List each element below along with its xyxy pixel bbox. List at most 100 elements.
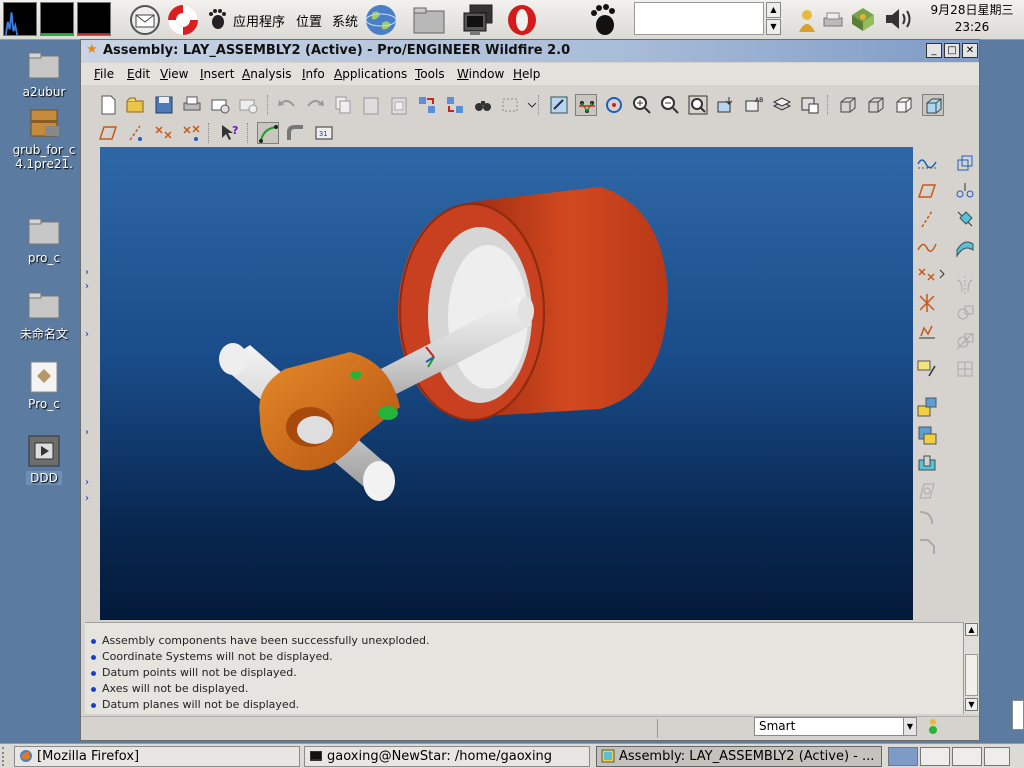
graphics-viewport[interactable] bbox=[100, 147, 913, 620]
wireframe-icon[interactable] bbox=[837, 94, 859, 116]
cpu-monitor-icon[interactable] bbox=[3, 2, 37, 36]
revolve-tool-icon[interactable] bbox=[954, 208, 976, 230]
file-manager-folder-icon[interactable] bbox=[412, 3, 446, 37]
paste-special-icon[interactable] bbox=[388, 94, 410, 116]
task-firefox[interactable]: [Mozilla Firefox] bbox=[14, 746, 300, 767]
hidden-line-icon[interactable] bbox=[865, 94, 887, 116]
expand-arrow-icon[interactable]: › bbox=[85, 427, 89, 438]
datum-axis-tool-icon[interactable] bbox=[916, 208, 938, 230]
datum-feature-icon[interactable] bbox=[954, 152, 976, 174]
assemble-component-icon[interactable] bbox=[916, 396, 938, 418]
desktop-icon-a2ubur[interactable]: a2ubur bbox=[8, 48, 80, 99]
refit-icon[interactable] bbox=[687, 94, 709, 116]
no-hidden-icon[interactable] bbox=[893, 94, 915, 116]
zoom-in-icon[interactable] bbox=[631, 94, 653, 116]
layers-icon[interactable] bbox=[771, 94, 793, 116]
network-monitor-icon[interactable] bbox=[77, 2, 111, 36]
saved-views-icon[interactable]: AB bbox=[743, 94, 765, 116]
find-binoculars-icon[interactable] bbox=[472, 94, 494, 116]
user-switch-icon[interactable] bbox=[796, 8, 818, 32]
annotation-feature-icon[interactable] bbox=[916, 358, 938, 380]
desktop-icon-ddd[interactable]: DDD bbox=[8, 434, 80, 485]
chevron-down-icon[interactable]: ▼ bbox=[903, 717, 917, 736]
menu-applications[interactable]: Applications bbox=[334, 67, 407, 81]
print-icon[interactable] bbox=[181, 94, 203, 116]
minimize-button[interactable]: _ bbox=[926, 43, 942, 58]
chamfer-feature-icon[interactable] bbox=[916, 536, 938, 558]
menu-places[interactable]: 位置 bbox=[296, 11, 322, 30]
close-button[interactable]: ✕ bbox=[962, 43, 978, 58]
message-scrollbar[interactable]: ▲ ▼ bbox=[963, 622, 979, 714]
spin-center-icon[interactable] bbox=[575, 94, 597, 116]
red-cylinder-part[interactable] bbox=[398, 187, 668, 421]
datum-point-tool-icon[interactable] bbox=[916, 264, 938, 286]
csys-display-icon[interactable] bbox=[181, 122, 203, 144]
package-updates-icon[interactable] bbox=[850, 6, 876, 32]
notification-applet[interactable] bbox=[1012, 700, 1024, 730]
copy-icon[interactable] bbox=[332, 94, 354, 116]
expand-arrow-icon[interactable]: › bbox=[85, 267, 89, 278]
orient-mode-icon[interactable] bbox=[603, 94, 625, 116]
orange-link-part[interactable] bbox=[259, 352, 400, 471]
opera-browser-icon[interactable] bbox=[505, 3, 539, 37]
shading-icon[interactable] bbox=[922, 94, 944, 116]
zoom-out-icon[interactable] bbox=[659, 94, 681, 116]
model-tree-collapse-strip[interactable]: › › › › › › bbox=[85, 147, 95, 620]
mirror-tool-icon[interactable] bbox=[954, 274, 976, 296]
menu-info[interactable]: Info bbox=[302, 67, 325, 81]
open-folder-icon[interactable] bbox=[125, 94, 147, 116]
select-box-icon[interactable] bbox=[500, 94, 522, 116]
paste-icon[interactable] bbox=[360, 94, 382, 116]
menu-file[interactable]: File bbox=[94, 67, 114, 81]
csys-tool-icon[interactable] bbox=[916, 292, 938, 314]
new-file-icon[interactable] bbox=[97, 94, 119, 116]
menu-view[interactable]: View bbox=[160, 67, 188, 81]
sketch-datum-curve-icon[interactable] bbox=[916, 152, 938, 174]
flyout-arrow-icon[interactable] bbox=[938, 268, 946, 279]
regenerate-icon[interactable] bbox=[416, 94, 438, 116]
assembly-model[interactable] bbox=[100, 147, 913, 620]
volume-icon[interactable] bbox=[884, 7, 914, 31]
menu-insert[interactable]: Insert bbox=[200, 67, 234, 81]
help-lifebuoy-icon[interactable] bbox=[166, 3, 200, 37]
menu-edit[interactable]: Edit bbox=[127, 67, 150, 81]
pipe-route-icon[interactable] bbox=[285, 122, 307, 144]
menu-window[interactable]: Window bbox=[457, 67, 504, 81]
workspace-4[interactable] bbox=[984, 747, 1010, 766]
maximize-button[interactable]: □ bbox=[944, 43, 960, 58]
sweep-tool-icon[interactable] bbox=[954, 236, 976, 258]
menu-help[interactable]: Help bbox=[513, 67, 540, 81]
spin-up-button[interactable]: ▲ bbox=[766, 2, 781, 18]
param-table-icon[interactable]: 31 bbox=[313, 122, 335, 144]
task-terminal[interactable]: gaoxing@NewStar: /home/gaoxing bbox=[304, 746, 590, 767]
datum-curve-tool-icon[interactable] bbox=[916, 236, 938, 258]
expand-arrow-icon[interactable]: › bbox=[85, 329, 89, 340]
round-feature-icon[interactable] bbox=[916, 508, 938, 530]
terminal-monitor-icon[interactable] bbox=[462, 3, 496, 37]
mail-clock-icon[interactable] bbox=[128, 3, 162, 37]
repaint-icon[interactable] bbox=[548, 94, 570, 116]
cut-feature-icon[interactable] bbox=[916, 452, 938, 474]
expand-arrow-icon[interactable]: › bbox=[85, 281, 89, 292]
menu-applications[interactable]: 应用程序 bbox=[233, 11, 285, 30]
menu-analysis[interactable]: Analysis bbox=[242, 67, 291, 81]
desktop-icon-pro-c-file[interactable]: Pro_c bbox=[8, 360, 80, 411]
web-browser-globe-icon[interactable] bbox=[364, 3, 398, 37]
menu-system[interactable]: 系统 bbox=[332, 11, 358, 30]
trim-tool-icon[interactable] bbox=[954, 330, 976, 352]
scroll-thumb[interactable] bbox=[965, 654, 978, 696]
hole-feature-icon[interactable] bbox=[916, 480, 938, 502]
email-link-icon[interactable] bbox=[237, 94, 259, 116]
context-help-icon[interactable]: ? bbox=[219, 122, 241, 144]
offset-tool-icon[interactable] bbox=[954, 358, 976, 380]
datum-plane-display-icon[interactable] bbox=[97, 122, 119, 144]
menu-tools[interactable]: Tools bbox=[415, 67, 445, 81]
datum-point-display-icon[interactable] bbox=[153, 122, 175, 144]
panel-command-input[interactable] bbox=[634, 2, 764, 35]
reorient-icon[interactable] bbox=[715, 94, 737, 116]
scroll-up-button[interactable]: ▲ bbox=[965, 623, 978, 636]
task-proe-assembly[interactable]: Assembly: LAY_ASSEMBLY2 (Active) - ... bbox=[596, 746, 882, 767]
workspace-2[interactable] bbox=[920, 747, 950, 766]
pattern-tool-icon[interactable] bbox=[954, 180, 976, 202]
expand-arrow-icon[interactable]: › bbox=[85, 493, 89, 504]
